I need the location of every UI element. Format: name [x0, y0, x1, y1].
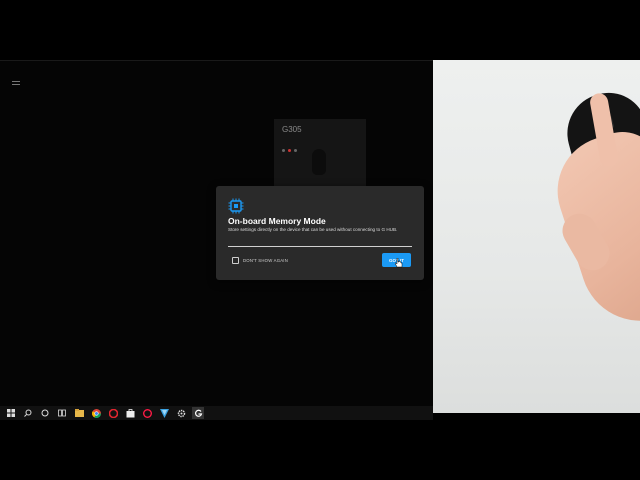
hand-cursor-icon [395, 258, 403, 268]
file-explorer-icon[interactable] [73, 407, 85, 419]
dialog-title: On-board Memory Mode [228, 216, 326, 226]
hamburger-menu-icon[interactable] [12, 81, 20, 87]
windows-taskbar [0, 406, 433, 420]
checkbox-label: DON'T SHOW AGAIN [243, 258, 289, 263]
chrome-icon[interactable] [90, 407, 102, 419]
chip-icon [228, 198, 244, 214]
device-indicator-dots [282, 139, 312, 152]
dialog-divider [228, 246, 412, 247]
webcam-photo [433, 60, 640, 413]
snip-icon[interactable] [158, 407, 170, 419]
dont-show-again-checkbox[interactable]: DON'T SHOW AGAIN [232, 257, 288, 264]
store-icon[interactable] [124, 407, 136, 419]
dialog-description: Store settings directly on the device th… [228, 227, 398, 232]
mouse-image [312, 149, 326, 175]
onboard-memory-dialog: On-board Memory Mode Store settings dire… [216, 186, 424, 280]
opera-icon[interactable] [107, 407, 119, 419]
cortana-icon[interactable] [39, 407, 51, 419]
opera-gx-icon[interactable] [141, 407, 153, 419]
checkbox-box[interactable] [232, 257, 239, 264]
settings-icon[interactable] [175, 407, 187, 419]
task-view-icon[interactable] [56, 407, 68, 419]
ghub-icon[interactable] [192, 407, 204, 419]
device-name: G305 [282, 125, 302, 134]
search-icon[interactable] [22, 407, 34, 419]
windows-start-icon[interactable] [5, 407, 17, 419]
